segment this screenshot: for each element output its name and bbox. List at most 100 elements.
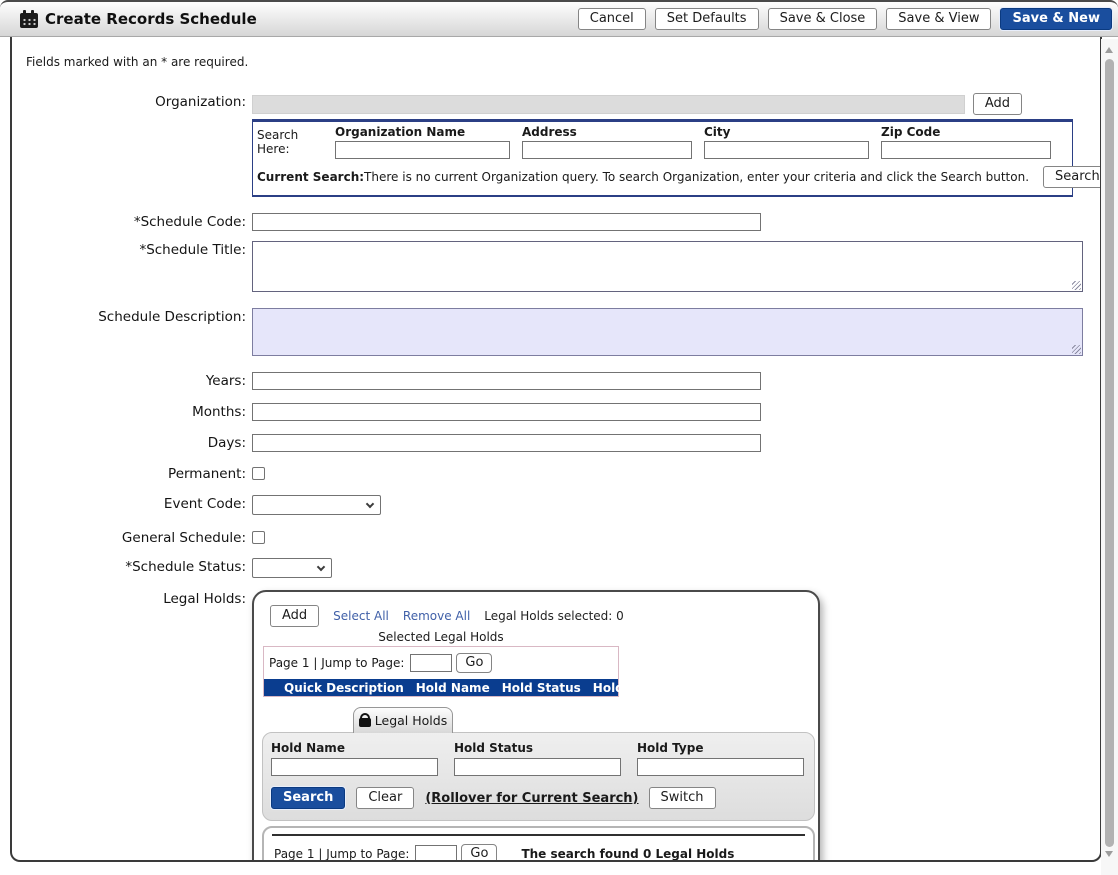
remove-all-link[interactable]: Remove All (403, 609, 470, 623)
schedule-description-label: Schedule Description: (12, 308, 252, 325)
hold-type-input[interactable] (637, 758, 804, 776)
days-input[interactable] (252, 434, 761, 452)
results-divider (272, 834, 805, 836)
hold-name-input[interactable] (271, 758, 438, 776)
organization-value-field (252, 95, 965, 114)
organization-search-box: Search Here: Organization Name Address C… (252, 119, 1073, 197)
months-row: Months: (12, 403, 1100, 421)
title-bar: Create Records Schedule Cancel Set Defau… (0, 0, 1118, 37)
results-page-indicator: Page 1 | (274, 847, 322, 861)
schedule-code-row: *Schedule Code: (12, 213, 1100, 231)
organization-row: Organization: Add Search Here: Organizat… (12, 93, 1100, 197)
selected-legal-holds-title: Selected Legal Holds (263, 630, 619, 644)
hold-status-column-header: Hold Status (502, 681, 581, 695)
schedule-code-input[interactable] (252, 213, 761, 231)
permanent-row: Permanent: (12, 465, 1100, 482)
schedule-status-label: *Schedule Status: (12, 558, 252, 575)
general-schedule-checkbox[interactable] (252, 531, 265, 544)
scrollbar-thumb[interactable] (1105, 59, 1114, 847)
schedule-code-label: *Schedule Code: (12, 213, 252, 230)
legal-holds-panel: Add Select All Remove All Legal Holds se… (252, 590, 820, 862)
legal-holds-add-button[interactable]: Add (270, 605, 319, 627)
selected-jump-page-input[interactable] (410, 654, 452, 672)
years-label: Years: (12, 372, 252, 389)
schedule-title-label: *Schedule Title: (12, 241, 252, 258)
hold-name-field-label: Hold Name (271, 741, 454, 755)
selected-page-indicator: Page 1 | (269, 656, 317, 670)
selected-jump-label: Jump to Page: (321, 656, 404, 670)
hold-type-column-header: Hold Type (593, 681, 659, 695)
switch-button[interactable]: Switch (649, 787, 716, 809)
page-title: Create Records Schedule (45, 10, 257, 28)
permanent-label: Permanent: (12, 465, 252, 482)
address-input[interactable] (522, 141, 692, 159)
quick-description-column-header: Quick Description (284, 681, 404, 695)
calendar-icon (20, 13, 38, 28)
schedule-title-row: *Schedule Title: (12, 241, 1100, 292)
save-and-view-button[interactable]: Save & View (886, 8, 991, 30)
legal-holds-results-panel: Page 1 | Jump to Page: Go The search fou… (262, 826, 815, 862)
tab-legal-holds[interactable]: Legal Holds (353, 707, 453, 733)
organization-label: Organization: (12, 93, 252, 110)
schedule-title-textarea[interactable] (252, 241, 1083, 292)
legal-holds-clear-button[interactable]: Clear (356, 787, 414, 809)
cancel-button[interactable]: Cancel (578, 8, 646, 30)
event-code-select[interactable] (252, 495, 381, 515)
organization-search-button[interactable]: Search (1043, 166, 1102, 188)
chevron-down-icon (366, 500, 374, 508)
event-code-row: Event Code: (12, 495, 1100, 515)
current-search-label: Current Search: (257, 170, 364, 184)
hold-status-field-label: Hold Status (454, 741, 637, 755)
org-name-input[interactable] (335, 141, 510, 159)
rollover-current-search[interactable]: (Rollover for Current Search) (425, 791, 638, 806)
zip-code-column-header: Zip Code (881, 125, 1051, 139)
schedule-status-select[interactable] (252, 558, 332, 578)
schedule-description-row: Schedule Description: (12, 308, 1100, 356)
general-schedule-row: General Schedule: (12, 529, 1100, 546)
days-row: Days: (12, 434, 1100, 452)
hold-type-field-label: Hold Type (637, 741, 820, 755)
legal-holds-selected-count: Legal Holds selected: 0 (484, 609, 624, 623)
selected-table-header: Quick Description Hold Name Hold Status … (264, 679, 618, 696)
current-search-text: There is no current Organization query. … (364, 170, 1029, 184)
event-code-label: Event Code: (12, 495, 252, 512)
legal-holds-label: Legal Holds: (12, 590, 252, 607)
form-panel: Fields marked with an * are required. Or… (10, 37, 1102, 862)
city-input[interactable] (704, 141, 869, 159)
months-input[interactable] (252, 403, 761, 421)
city-column-header: City (704, 125, 869, 139)
legal-holds-search-button[interactable]: Search (271, 787, 345, 809)
results-summary: The search found 0 Legal Holds (521, 847, 734, 861)
scroll-up-arrow-icon[interactable] (1105, 47, 1113, 53)
days-label: Days: (12, 434, 252, 451)
required-fields-note: Fields marked with an * are required. (26, 55, 1100, 69)
legal-holds-tab-label: Legal Holds (375, 713, 447, 728)
results-go-button[interactable]: Go (461, 844, 497, 862)
chevron-down-icon (317, 563, 325, 571)
save-and-close-button[interactable]: Save & Close (768, 8, 878, 30)
permanent-checkbox[interactable] (252, 467, 265, 480)
selected-legal-holds-table: Page 1 | Jump to Page: Go Quick Descript… (263, 646, 619, 697)
legal-holds-row: Legal Holds: Add Select All Remove All L… (12, 590, 1100, 862)
years-input[interactable] (252, 372, 761, 390)
organization-add-button[interactable]: Add (973, 93, 1022, 115)
selected-go-button[interactable]: Go (456, 653, 492, 673)
select-all-link[interactable]: Select All (333, 609, 389, 623)
address-column-header: Address (522, 125, 692, 139)
org-name-column-header: Organization Name (335, 125, 510, 139)
scroll-down-arrow-icon[interactable] (1105, 851, 1113, 857)
lock-icon (359, 718, 371, 727)
general-schedule-label: General Schedule: (12, 529, 252, 546)
vertical-scrollbar[interactable] (1101, 39, 1118, 875)
months-label: Months: (12, 403, 252, 420)
toolbar: Cancel Set Defaults Save & Close Save & … (578, 8, 1112, 30)
schedule-description-textarea[interactable] (252, 308, 1083, 356)
zip-code-input[interactable] (881, 141, 1051, 159)
results-jump-page-input[interactable] (415, 845, 457, 862)
hold-name-column-header: Hold Name (416, 681, 490, 695)
hold-status-input[interactable] (454, 758, 621, 776)
results-jump-label: Jump to Page: (326, 847, 409, 861)
save-and-new-button[interactable]: Save & New (1000, 8, 1112, 30)
years-row: Years: (12, 372, 1100, 390)
set-defaults-button[interactable]: Set Defaults (655, 8, 759, 30)
